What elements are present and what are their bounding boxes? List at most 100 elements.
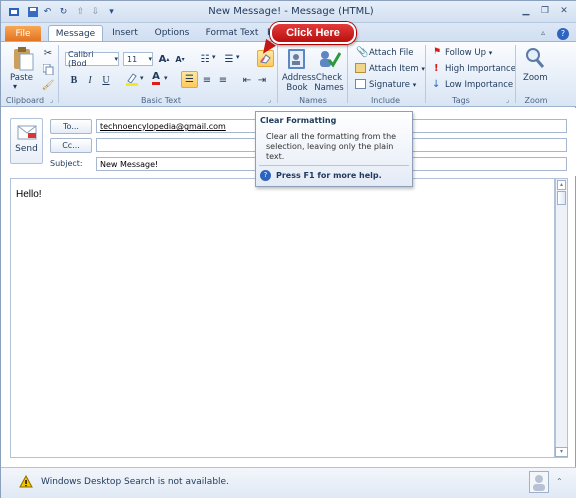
group-separator: [347, 45, 348, 103]
attach-item-icon: [355, 63, 366, 73]
copy-icon[interactable]: [41, 62, 55, 76]
tags-launcher-icon[interactable]: ⌟: [506, 96, 509, 104]
italic-button[interactable]: I: [83, 73, 97, 87]
font-size-select[interactable]: 11 ▾: [123, 52, 153, 66]
scroll-down-icon[interactable]: ▾: [555, 447, 568, 457]
help-icon: ?: [260, 170, 271, 181]
chevron-down-icon: ▾: [412, 81, 417, 89]
send-button[interactable]: Send: [10, 118, 43, 164]
group-separator: [515, 45, 516, 103]
cut-icon[interactable]: ✂: [41, 46, 55, 60]
window-title: New Message! - Message (HTML): [208, 6, 374, 17]
outlook-app-icon[interactable]: [7, 5, 20, 18]
ribbon-minimize-icon[interactable]: ▵: [541, 28, 545, 37]
font-name-value: Calibri (Bod: [68, 50, 94, 68]
align-left-icon[interactable]: ☰: [181, 71, 198, 88]
tab-message[interactable]: Message: [48, 25, 103, 42]
decrease-indent-icon[interactable]: ⇤: [240, 73, 254, 87]
include-group-label: Include: [370, 96, 401, 105]
paste-icon[interactable]: [11, 46, 35, 72]
format-painter-icon[interactable]: 🖌: [41, 78, 55, 92]
magnifier-icon[interactable]: [524, 46, 546, 70]
high-importance-button[interactable]: High Importance: [445, 64, 516, 74]
envelope-icon: [17, 125, 37, 140]
check-names-button[interactable]: Check Names: [314, 73, 344, 93]
numbering-icon[interactable]: ☰: [222, 52, 236, 66]
undo-icon[interactable]: ↶: [41, 5, 54, 18]
group-separator: [425, 45, 426, 103]
cc-button[interactable]: Cc...: [50, 138, 92, 153]
help-icon[interactable]: ?: [557, 28, 569, 40]
check-names-icon[interactable]: [317, 47, 342, 71]
underline-button[interactable]: U: [99, 73, 113, 87]
restore-icon[interactable]: ❐: [538, 5, 552, 17]
check-names-label-2: Names: [314, 83, 344, 93]
tab-format-text[interactable]: Format Text: [201, 25, 263, 42]
font-color-dropdown-icon[interactable]: ▾: [164, 74, 168, 82]
chevron-down-icon: ▾: [114, 55, 118, 63]
subject-label: Subject:: [50, 159, 83, 168]
vertical-scrollbar[interactable]: ▴: [555, 178, 568, 458]
bullets-icon[interactable]: ☷: [198, 52, 212, 66]
low-importance-icon: ↓: [432, 79, 441, 90]
warning-icon: [19, 474, 33, 488]
align-right-icon[interactable]: ≡: [216, 73, 230, 87]
low-importance-button[interactable]: Low Importance: [445, 80, 513, 90]
tab-insert[interactable]: Insert: [105, 25, 145, 42]
basic-text-launcher-icon[interactable]: ⌟: [268, 96, 271, 104]
signature-icon: [355, 79, 366, 89]
group-separator: [277, 45, 278, 103]
high-importance-icon: !: [434, 63, 439, 74]
signature-button[interactable]: Signature ▾: [369, 80, 416, 90]
follow-up-label: Follow Up: [445, 48, 486, 58]
scroll-thumb[interactable]: [557, 191, 566, 205]
grow-font-icon[interactable]: A ▴: [157, 52, 171, 66]
paste-dropdown-icon[interactable]: ▾: [13, 82, 17, 91]
highlight-dropdown-icon[interactable]: ▾: [140, 74, 144, 82]
names-group-label: Names: [299, 96, 327, 105]
tab-options[interactable]: Options: [149, 25, 195, 42]
minimize-icon[interactable]: ▁: [519, 5, 533, 17]
outlook-message-window: ↶ ↻ ⇧ ⇩ ▾ New Message! - Message (HTML) …: [0, 0, 576, 498]
attach-file-button[interactable]: Attach File: [369, 48, 414, 58]
font-color-icon[interactable]: A: [149, 71, 163, 85]
tab-file[interactable]: File: [5, 26, 41, 42]
attach-item-button[interactable]: Attach Item ▾: [369, 64, 425, 74]
down-arrow-icon[interactable]: ⇩: [89, 5, 102, 18]
address-book-button[interactable]: Address Book: [282, 73, 316, 93]
zoom-button[interactable]: Zoom: [523, 73, 548, 83]
group-separator: [58, 45, 59, 103]
shrink-font-icon[interactable]: A ▾: [173, 52, 187, 66]
customize-qat-icon[interactable]: ▾: [105, 5, 118, 18]
people-pane-avatar[interactable]: [529, 471, 549, 493]
numbering-dropdown-icon[interactable]: ▾: [236, 53, 240, 61]
bold-button[interactable]: B: [67, 73, 81, 87]
flag-icon: ⚑: [433, 47, 442, 57]
attach-item-label: Attach Item: [369, 64, 419, 74]
up-arrow-icon[interactable]: ⇧: [74, 5, 87, 18]
to-button[interactable]: To...: [50, 119, 92, 134]
increase-indent-icon[interactable]: ⇥: [255, 73, 269, 87]
click-here-callout: Click Here: [270, 22, 356, 44]
people-pane-toggle-icon[interactable]: ⌃: [556, 477, 563, 486]
tooltip-divider: [259, 165, 409, 166]
bullets-dropdown-icon[interactable]: ▾: [212, 53, 216, 61]
follow-up-button[interactable]: Follow Up ▾: [445, 48, 492, 58]
scroll-up-icon[interactable]: ▴: [557, 180, 566, 190]
address-book-icon[interactable]: [286, 47, 308, 71]
tooltip-title: Clear Formatting: [260, 116, 337, 125]
body-text: Hello!: [16, 189, 42, 200]
check-names-label-1: Check: [315, 73, 343, 83]
address-book-label-2: Book: [286, 83, 308, 93]
font-name-select[interactable]: Calibri (Bod ▾: [65, 50, 119, 68]
message-body[interactable]: Hello!: [10, 178, 555, 458]
highlight-icon[interactable]: [125, 72, 139, 86]
align-center-icon[interactable]: ≡: [200, 73, 214, 87]
redo-icon[interactable]: ↻: [57, 5, 70, 18]
status-text: Windows Desktop Search is not available.: [41, 477, 229, 487]
clipboard-launcher-icon[interactable]: ⌟: [50, 96, 53, 104]
close-icon[interactable]: ✕: [557, 5, 571, 17]
font-size-value: 11: [127, 54, 138, 64]
save-icon[interactable]: [26, 5, 39, 18]
zoom-group-label: Zoom: [524, 96, 548, 105]
